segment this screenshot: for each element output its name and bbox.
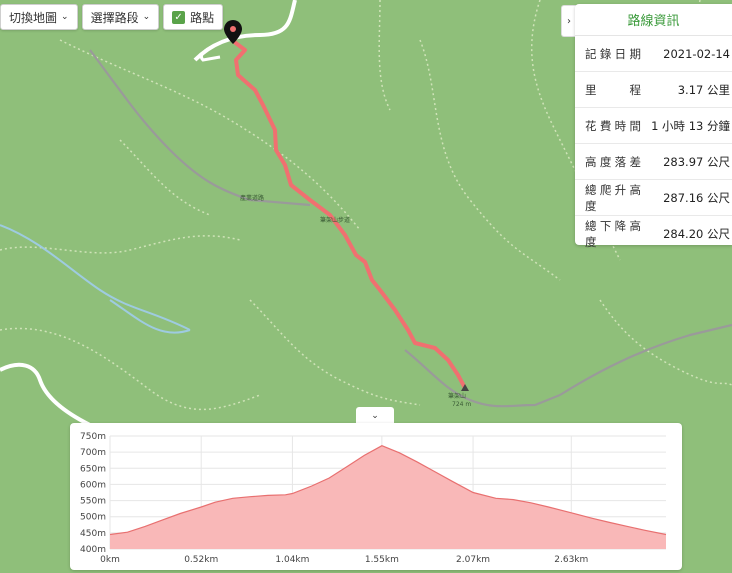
info-value: 2021-02-14 bbox=[663, 46, 730, 61]
summit-name-label: 筆架山 bbox=[448, 392, 466, 400]
info-label: 總下降高度 bbox=[585, 218, 641, 249]
info-label: 高度落差 bbox=[585, 154, 641, 169]
switch-map-label: 切換地圖 bbox=[9, 10, 58, 25]
y-tick-label: 600m bbox=[80, 480, 106, 490]
chevron-down-icon: ⌄ bbox=[142, 12, 151, 22]
panel-title: 路線資訊 bbox=[575, 4, 732, 36]
info-row-duration: 花費時間 1 小時 13 分鐘 bbox=[575, 108, 732, 144]
y-tick-label: 500m bbox=[80, 513, 106, 523]
elevation-profile-panel: 750m 700m 650m 600m 550m 500m 450m 400m 0km 0.52k… bbox=[70, 423, 682, 570]
info-value: 284.20 公尺 bbox=[663, 226, 730, 241]
info-row-total-ascent: 總爬升高度 287.16 公尺 bbox=[575, 180, 732, 216]
info-label: 花費時間 bbox=[585, 118, 641, 133]
x-tick-label: 0km bbox=[100, 555, 120, 565]
route-info-panel: 路線資訊 記錄日期 2021-02-14 里程 3.17 公里 花費時間 1 小… bbox=[575, 4, 732, 249]
y-tick-label: 550m bbox=[80, 497, 106, 507]
y-tick-label: 650m bbox=[80, 464, 106, 474]
info-value: 3.17 公里 bbox=[677, 82, 730, 97]
y-tick-label: 700m bbox=[80, 448, 106, 458]
y-tick-label: 450m bbox=[80, 529, 106, 539]
map-toolbar: 切換地圖 ⌄ 選擇路段 ⌄ ✓ 路點 bbox=[0, 4, 224, 30]
x-tick-label: 1.55km bbox=[365, 555, 399, 565]
y-tick-label: 400m bbox=[80, 545, 106, 555]
chevron-down-icon: ⌄ bbox=[61, 12, 69, 22]
road-label: 產業道路 bbox=[240, 194, 264, 202]
collapse-profile-button[interactable]: ⌄ bbox=[356, 407, 394, 424]
x-tick-label: 2.07km bbox=[456, 555, 490, 565]
info-row-date: 記錄日期 2021-02-14 bbox=[575, 36, 732, 72]
info-label: 總爬升高度 bbox=[585, 182, 641, 213]
x-tick-label: 1.04km bbox=[275, 555, 309, 565]
info-row-total-descent: 總下降高度 284.20 公尺 bbox=[575, 216, 732, 251]
chevron-right-icon[interactable]: › bbox=[561, 5, 576, 37]
elevation-chart[interactable]: 750m 700m 650m 600m 550m 500m 450m 400m0km 0.52k… bbox=[70, 423, 682, 570]
info-label: 里程 bbox=[585, 82, 641, 97]
x-tick-label: 0.52km bbox=[184, 555, 218, 565]
switch-map-button[interactable]: 切換地圖 ⌄ bbox=[0, 4, 78, 30]
trail-label: 筆架山步道 bbox=[320, 216, 350, 224]
info-value: 283.97 公尺 bbox=[663, 154, 730, 169]
waypoints-toggle[interactable]: ✓ 路點 bbox=[163, 4, 224, 30]
chevron-down-icon: ⌄ bbox=[371, 410, 379, 421]
elevation-area bbox=[110, 445, 666, 549]
info-value: 1 小時 13 分鐘 bbox=[651, 118, 730, 133]
waypoints-label: 路點 bbox=[190, 10, 215, 25]
x-tick-label: 2.63km bbox=[554, 555, 588, 565]
select-segment-label: 選擇路段 bbox=[90, 10, 139, 25]
info-label: 記錄日期 bbox=[585, 46, 641, 61]
select-segment-button[interactable]: 選擇路段 ⌄ bbox=[81, 4, 160, 30]
info-row-distance: 里程 3.17 公里 bbox=[575, 72, 732, 108]
info-value: 287.16 公尺 bbox=[663, 190, 730, 205]
y-tick-label: 750m bbox=[80, 432, 106, 442]
checkbox-checked-icon[interactable]: ✓ bbox=[172, 10, 186, 24]
summit-elevation-label: 724 m bbox=[452, 401, 471, 408]
info-row-elevation-diff: 高度落差 283.97 公尺 bbox=[575, 144, 732, 180]
